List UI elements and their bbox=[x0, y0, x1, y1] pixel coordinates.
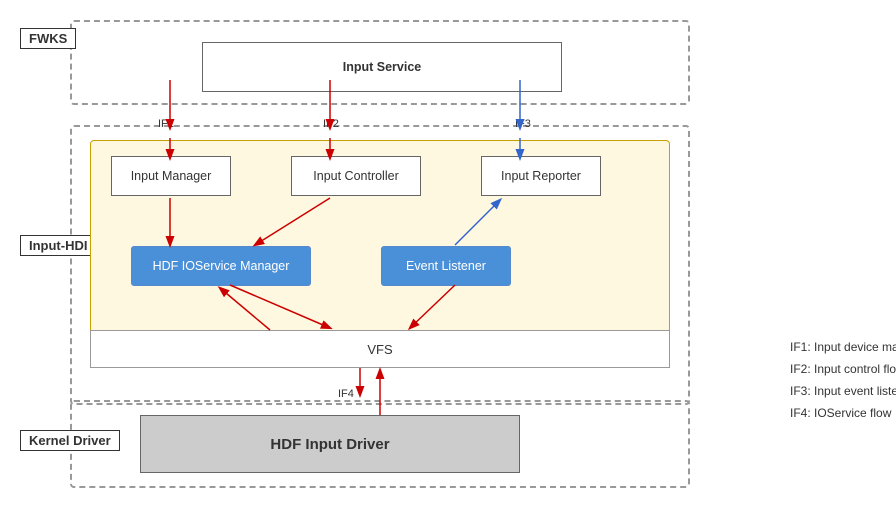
if3-text: IF3 bbox=[515, 118, 531, 130]
legend-if2-text: IF2: Input control flow bbox=[790, 362, 896, 376]
hdi-label: Input-HDI bbox=[20, 235, 96, 256]
fwks-layer: Input Service bbox=[70, 20, 690, 105]
legend-if1: IF1: Input device manager bbox=[790, 340, 896, 354]
legend-if1-text: IF1: Input device manager bbox=[790, 340, 896, 354]
inner-yellow-area: Input Manager Input Controller Input Rep… bbox=[90, 140, 670, 350]
hdf-input-driver-box: HDF Input Driver bbox=[140, 415, 520, 473]
hdf-ioservice-box: HDF IOService Manager bbox=[131, 246, 311, 286]
input-service-label: Input Service bbox=[343, 60, 422, 74]
kernel-text: Kernel Driver bbox=[29, 433, 111, 448]
legend-if3: IF3: Input event listener bbox=[790, 384, 896, 398]
fwks-label: FWKS bbox=[20, 28, 76, 49]
legend: IF1: Input device manager IF2: Input con… bbox=[790, 340, 896, 428]
hdf-ioservice-label: HDF IOService Manager bbox=[153, 259, 290, 273]
input-manager-box: Input Manager bbox=[111, 156, 231, 196]
if3-label: IF3 bbox=[515, 118, 531, 130]
kernel-label: Kernel Driver bbox=[20, 430, 120, 451]
if1-text: IF1 bbox=[158, 118, 174, 130]
input-controller-box: Input Controller bbox=[291, 156, 421, 196]
input-controller-label: Input Controller bbox=[313, 169, 398, 183]
diagram-container: Input Service FWKS Input-HDI Input Manag… bbox=[10, 10, 770, 500]
if4-label: IF4 bbox=[338, 388, 354, 400]
if2-label: IF2 bbox=[323, 118, 339, 130]
if1-label: IF1 bbox=[158, 118, 174, 130]
if4-text: IF4 bbox=[338, 388, 354, 400]
vfs-label: VFS bbox=[367, 342, 392, 357]
hdi-text: Input-HDI bbox=[29, 238, 87, 253]
legend-if4-text: IF4: IOService flow bbox=[790, 406, 891, 420]
legend-if4: IF4: IOService flow bbox=[790, 406, 896, 420]
input-manager-label: Input Manager bbox=[131, 169, 212, 183]
fwks-text: FWKS bbox=[29, 31, 67, 46]
input-reporter-box: Input Reporter bbox=[481, 156, 601, 196]
legend-if3-text: IF3: Input event listener bbox=[790, 384, 896, 398]
input-service-box: Input Service bbox=[202, 42, 562, 92]
input-reporter-label: Input Reporter bbox=[501, 169, 581, 183]
legend-if2: IF2: Input control flow bbox=[790, 362, 896, 376]
hdf-input-driver-label: HDF Input Driver bbox=[270, 436, 389, 453]
vfs-box: VFS bbox=[90, 330, 670, 368]
event-listener-label: Event Listener bbox=[406, 259, 486, 273]
event-listener-box: Event Listener bbox=[381, 246, 511, 286]
if2-text: IF2 bbox=[323, 118, 339, 130]
